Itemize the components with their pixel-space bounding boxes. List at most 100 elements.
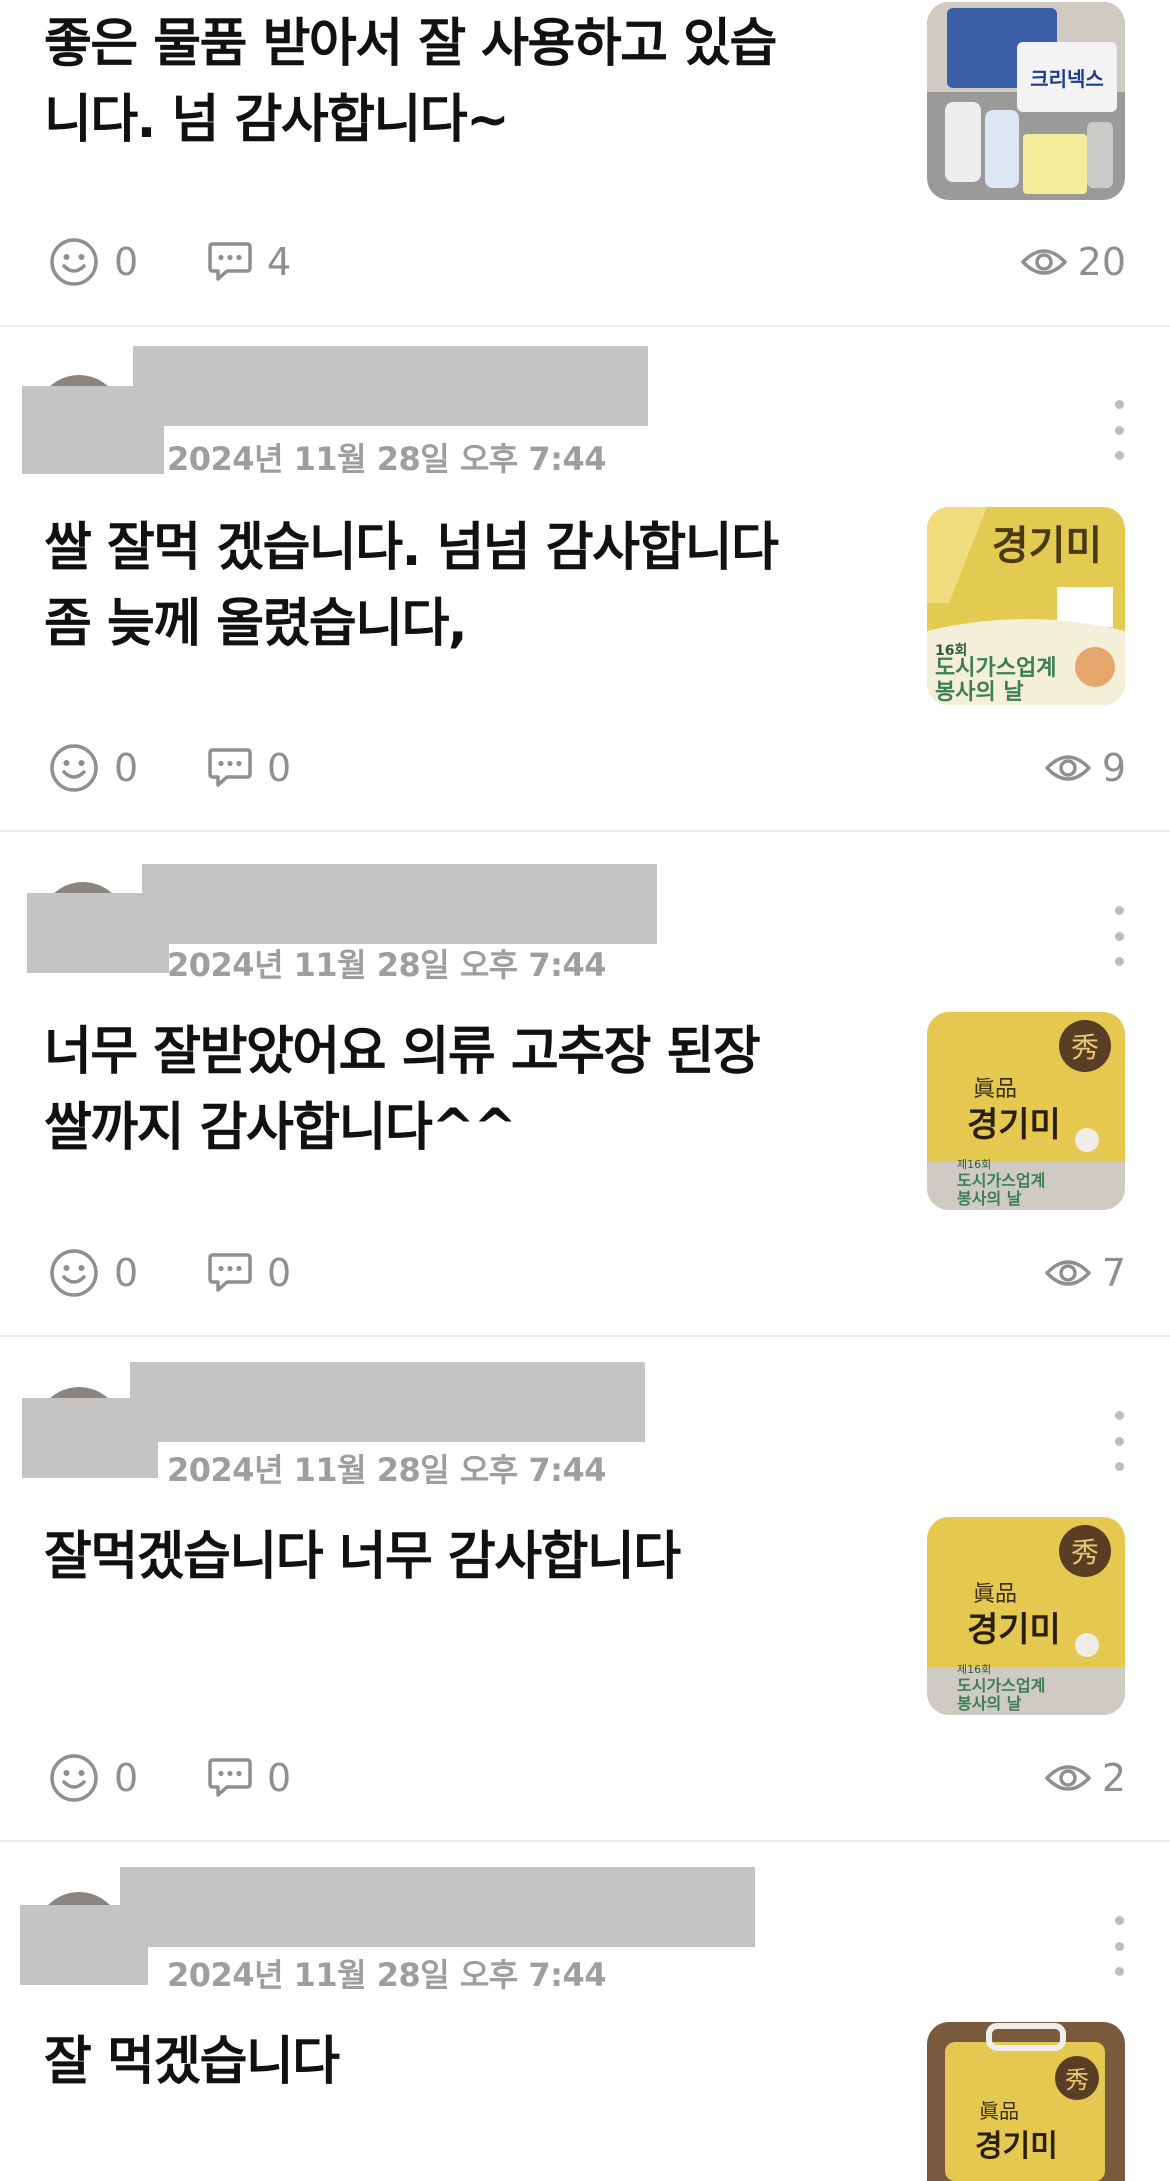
reaction-count: 0 [114, 746, 139, 790]
author-avatar-redacted [27, 893, 169, 973]
product-photo-rice-bag-icon: 秀 眞品 경기미 제16회 도시가스업계 봉사의 날 [927, 1012, 1125, 1210]
view-stat: 20 [1020, 232, 1126, 292]
post-text-line: 잘 먹겠습니다 [44, 2032, 340, 2092]
smiley-icon [50, 1754, 98, 1802]
thumbnail-label: 제16회 [957, 1158, 991, 1171]
more-options-button[interactable] [1104, 1916, 1134, 1976]
post-text-line: 잘먹겠습니다 너무 감사합니다 [44, 1527, 681, 1587]
post-text-line: 쌀까지 감사합니다^^ [44, 1098, 517, 1158]
thumbnail-label: 크리넥스 [1030, 67, 1104, 91]
product-photo-rice-bag-icon: 秀 眞品 경기미 [927, 2022, 1125, 2181]
reaction-count: 0 [114, 1251, 139, 1295]
post-text-line: 쌀 잘먹 겠습니다. 넘넘 감사합니다 [44, 518, 779, 578]
view-count: 7 [1101, 1251, 1126, 1295]
post-thumbnail[interactable]: 크리넥스 [927, 2, 1125, 200]
thumbnail-label: 眞品 [973, 1582, 1017, 1607]
post-text-line: 좋은 물품 받아서 잘 사용하고 있습 [44, 14, 777, 74]
view-stat: 7 [1044, 1243, 1126, 1303]
reaction-button[interactable]: 0 [48, 232, 138, 292]
post-text[interactable]: 너무 잘받았어요 의류 고추장 된장 쌀까지 감사합니다^^ [44, 1014, 864, 1166]
thumbnail-label: 경기미 [967, 1610, 1061, 1650]
comment-count: 0 [267, 1756, 292, 1800]
more-dot-icon [1114, 1941, 1124, 1951]
eye-icon [1020, 249, 1067, 275]
more-dot-icon [1114, 906, 1124, 915]
author-name-redacted [130, 1362, 645, 1442]
post-thumbnail[interactable]: 秀 眞品 경기미 제16회 도시가스업계 봉사의 날 [927, 1517, 1125, 1715]
more-dot-icon [1114, 1436, 1124, 1446]
post-text[interactable]: 잘 먹겠습니다 [44, 2024, 864, 2100]
post-item: 2024년 11월 28일 오후 7:44 쌀 잘먹 겠습니다. 넘넘 감사합니… [0, 327, 1170, 832]
author-name-redacted [142, 864, 657, 944]
post-text[interactable]: 쌀 잘먹 겠습니다. 넘넘 감사합니다 좀 늦께 올렸습니다, [44, 510, 864, 662]
more-dot-icon [1114, 931, 1124, 941]
view-count: 20 [1077, 240, 1126, 284]
comment-bubble-icon [208, 1253, 252, 1292]
thumbnail-label: 제16회 [957, 1663, 991, 1676]
more-dot-icon [1114, 1916, 1124, 1925]
smiley-icon [50, 1249, 98, 1297]
more-options-button[interactable] [1104, 400, 1134, 460]
comment-bubble-icon [208, 748, 252, 787]
product-photo-rice-bag-icon: 경기미 16회 도시가스업계 봉사의 날 [927, 507, 1125, 705]
reaction-count: 0 [114, 240, 139, 284]
view-count: 2 [1101, 1756, 1126, 1800]
post-timestamp: 2024년 11월 28일 오후 7:44 [167, 440, 606, 478]
post-thumbnail[interactable]: 秀 眞品 경기미 제16회 도시가스업계 봉사의 날 [927, 1012, 1125, 1210]
reaction-button[interactable]: 0 [48, 1243, 138, 1303]
comment-count: 0 [267, 1251, 292, 1295]
smiley-icon [50, 238, 98, 286]
author-avatar-redacted [20, 1905, 148, 1985]
thumbnail-label: 봉사의 날 [957, 1189, 1022, 1208]
more-options-button[interactable] [1104, 906, 1134, 966]
post-timestamp: 2024년 11월 28일 오후 7:44 [167, 946, 606, 984]
reaction-button[interactable]: 0 [48, 1748, 138, 1808]
post-item: 2024년 11월 28일 오후 7:44 너무 잘받았어요 의류 고추장 된장… [0, 832, 1170, 1337]
post-text[interactable]: 좋은 물품 받아서 잘 사용하고 있습 니다. 넘 감사합니다~ [44, 6, 864, 158]
thumbnail-label: 秀 [1065, 2066, 1089, 2094]
product-photo-cleaning-supplies-icon: 크리넥스 [927, 2, 1125, 200]
comment-bubble-icon [208, 1758, 252, 1797]
thumbnail-label: 도시가스업계 [957, 1171, 1045, 1190]
thumbnail-label: 경기미 [975, 2129, 1058, 2164]
post-text[interactable]: 잘먹겠습니다 너무 감사합니다 [44, 1519, 864, 1595]
more-options-button[interactable] [1104, 1411, 1134, 1471]
view-stat: 2 [1044, 1748, 1126, 1808]
thumbnail-label: 秀 [1071, 1536, 1099, 1569]
comment-button[interactable]: 0 [207, 738, 291, 798]
smiley-icon [50, 744, 98, 792]
author-avatar-redacted [22, 1398, 158, 1478]
more-dot-icon [1114, 451, 1124, 460]
author-name-redacted [120, 1867, 755, 1947]
eye-icon [1045, 1765, 1091, 1791]
product-photo-rice-bag-icon: 秀 眞品 경기미 제16회 도시가스업계 봉사의 날 [927, 1517, 1125, 1715]
more-dot-icon [1114, 400, 1124, 409]
thumbnail-label: 봉사의 날 [957, 1694, 1022, 1713]
more-dot-icon [1114, 1967, 1124, 1976]
eye-icon [1045, 755, 1091, 781]
comment-button[interactable]: 0 [207, 1243, 291, 1303]
thumbnail-label: 도시가스업계 [935, 656, 1056, 681]
post-thumbnail[interactable]: 秀 眞品 경기미 [927, 2022, 1125, 2181]
thumbnail-label: 眞品 [979, 2099, 1019, 2123]
thumbnail-label: 봉사의 날 [935, 680, 1024, 705]
post-item: 2024년 11월 28일 오후 7:44 잘먹겠습니다 너무 감사합니다 秀 … [0, 1337, 1170, 1842]
author-avatar-redacted [22, 386, 164, 474]
comment-bubble-icon [208, 242, 252, 281]
more-dot-icon [1114, 1462, 1124, 1471]
view-count: 9 [1101, 746, 1126, 790]
reaction-button[interactable]: 0 [48, 738, 138, 798]
eye-icon [1045, 1260, 1091, 1286]
more-dot-icon [1114, 957, 1124, 966]
more-dot-icon [1114, 425, 1124, 435]
author-name-redacted [133, 346, 648, 426]
comment-button[interactable]: 0 [207, 1748, 291, 1808]
post-text-line: 니다. 넘 감사합니다~ [44, 90, 510, 150]
view-stat: 9 [1044, 738, 1126, 798]
thumbnail-label: 眞品 [973, 1077, 1017, 1102]
comment-button[interactable]: 4 [207, 232, 291, 292]
thumbnail-label: 경기미 [967, 1105, 1061, 1145]
post-item: 2024년 11월 28일 오후 7:44 잘 먹겠습니다 秀 眞品 경기미 [0, 1842, 1170, 2181]
post-thumbnail[interactable]: 경기미 16회 도시가스업계 봉사의 날 [927, 507, 1125, 705]
thumbnail-label: 秀 [1071, 1031, 1099, 1064]
